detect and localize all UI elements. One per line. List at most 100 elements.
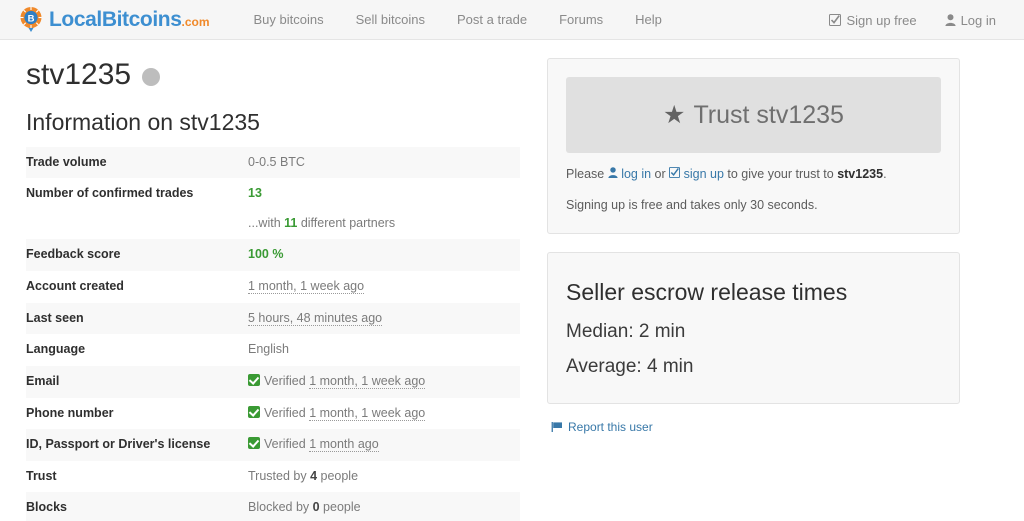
verified-check-icon — [248, 437, 260, 450]
row-label: Email — [26, 365, 248, 398]
blocks-prefix: Blocked by — [248, 500, 313, 515]
nav-buy-bitcoins[interactable]: Buy bitcoins — [238, 12, 340, 27]
login-link[interactable]: log in — [621, 167, 651, 181]
table-row: ID, Passport or Driver's license Verifie… — [26, 429, 520, 461]
nav-sell-bitcoins[interactable]: Sell bitcoins — [340, 12, 441, 27]
table-row: Last seen 5 hours, 48 minutes ago — [26, 302, 520, 335]
row-label: Trade volume — [26, 146, 248, 179]
profile-column: stv1235 Information on stv1235 Trade vol… — [0, 40, 537, 521]
nav-forums[interactable]: Forums — [543, 12, 619, 27]
verified-check-icon — [248, 373, 260, 386]
last-seen-date[interactable]: 5 hours, 48 minutes ago — [248, 310, 383, 326]
nav-help[interactable]: Help — [619, 12, 678, 27]
row-value: Verified 1 month, 1 week ago — [248, 398, 520, 430]
table-row: Feedback score 100 % — [26, 239, 520, 272]
row-label: Feedback score — [26, 239, 248, 272]
row-label: Blocks — [26, 492, 248, 521]
main-navigation: Buy bitcoins Sell bitcoins Post a trade … — [238, 12, 678, 27]
login-link[interactable]: Log in — [931, 13, 1010, 28]
verified-check-icon — [248, 405, 260, 418]
note-prefix: Please — [566, 167, 608, 181]
trust-panel: ★ Trust stv1235 Please log in or sign up … — [547, 58, 960, 234]
escrow-panel-title: Seller escrow release times — [566, 278, 848, 305]
brand-logo-link[interactable]: B LocalBitcoins.com — [18, 6, 210, 34]
escrow-panel: Seller escrow release times Median: 2 mi… — [547, 251, 960, 405]
row-value: 100 % — [248, 239, 520, 272]
account-created-date[interactable]: 1 month, 1 week ago — [248, 279, 365, 295]
note-middle: to give your trust to — [723, 167, 838, 181]
escrow-median: Median: 2 min — [566, 321, 686, 343]
check-square-icon — [829, 14, 842, 26]
section-title: Information on stv1235 — [26, 109, 260, 135]
table-row: Trust Trusted by 4 people — [26, 461, 520, 493]
trust-prefix: Trusted by — [248, 468, 311, 483]
row-value: 0-0.5 BTC — [248, 146, 520, 179]
bitcoin-pin-logo-icon: B — [18, 6, 44, 34]
blocks-count: 0 — [312, 500, 320, 515]
table-row: Blocks Blocked by 0 people — [26, 492, 520, 521]
sidebar-column: ★ Trust stv1235 Please log in or sign up … — [537, 40, 1024, 521]
feedback-score-value: 100 % — [248, 247, 284, 262]
email-verified-date[interactable]: 1 month, 1 week ago — [309, 373, 426, 389]
user-icon — [944, 14, 956, 26]
table-row: Phone number Verified 1 month, 1 week ag… — [26, 398, 520, 430]
brand-name: LocalBitcoins.com — [49, 8, 210, 31]
trust-suffix: people — [317, 468, 359, 483]
confirmed-trades-count: 13 — [248, 186, 262, 201]
phone-verified-date[interactable]: 1 month, 1 week ago — [309, 405, 426, 421]
flag-icon — [551, 421, 563, 433]
profile-info-table: Trade volume 0-0.5 BTC Number of confirm… — [26, 146, 520, 521]
status-indicator-icon — [142, 67, 161, 86]
partners-count: 11 — [284, 215, 298, 230]
table-row: Email Verified 1 month, 1 week ago — [26, 365, 520, 398]
row-label: Last seen — [26, 302, 248, 335]
note-username: stv1235 — [837, 167, 884, 181]
row-value: 5 hours, 48 minutes ago — [248, 302, 520, 335]
row-label: Trust — [26, 468, 57, 483]
trust-count: 4 — [310, 468, 318, 483]
signup-link[interactable]: Sign up free — [815, 13, 930, 28]
report-label: Report this user — [568, 420, 653, 435]
star-icon: ★ — [663, 101, 686, 129]
table-row: Language English — [26, 334, 520, 366]
brand-suffix: .com — [181, 15, 210, 29]
table-row: Trade volume 0-0.5 BTC — [26, 146, 520, 179]
trust-button-label: Trust stv1235 — [693, 101, 844, 129]
partners-prefix: ...with — [248, 215, 285, 230]
check-square-icon — [669, 167, 681, 178]
note-period: . — [883, 167, 887, 181]
table-row: Account created 1 month, 1 week ago — [26, 271, 520, 303]
row-value: Verified 1 month ago — [248, 429, 520, 461]
row-label: Account created — [26, 279, 124, 294]
id-verified-label: Verified — [264, 437, 306, 452]
id-verified-date[interactable]: 1 month ago — [309, 437, 379, 453]
nav-post-a-trade[interactable]: Post a trade — [441, 12, 543, 27]
partners-suffix: different partners — [297, 215, 396, 230]
table-row: Number of confirmed trades 13 ...with 11… — [26, 178, 520, 239]
row-value: 13 ...with 11 different partners — [248, 178, 520, 239]
row-label: Number of confirmed trades — [26, 186, 194, 201]
phone-verified-label: Verified — [264, 405, 306, 420]
escrow-average: Average: 4 min — [566, 355, 694, 377]
trust-panel-note: Please log in or sign up to give your tr… — [566, 165, 941, 184]
row-value: Trusted by 4 people — [248, 461, 520, 493]
row-label: Language — [26, 342, 86, 357]
row-label: ID, Passport or Driver's license — [26, 429, 248, 461]
page-title: stv1235 — [26, 58, 537, 91]
row-value: English — [248, 342, 289, 357]
login-label: Log in — [960, 12, 996, 28]
trust-user-button[interactable]: ★ Trust stv1235 — [566, 77, 941, 153]
signup-link[interactable]: sign up — [684, 167, 724, 181]
blocks-suffix: people — [319, 500, 361, 515]
report-user-link[interactable]: Report this user — [551, 420, 653, 434]
site-header: B LocalBitcoins.com Buy bitcoins Sell bi… — [0, 0, 1024, 40]
signup-label: Sign up free — [846, 12, 917, 28]
email-verified-label: Verified — [264, 373, 306, 388]
account-navigation: Sign up free Log in — [815, 0, 1010, 40]
row-label: Phone number — [26, 405, 114, 420]
signup-info-note: Signing up is free and takes only 30 sec… — [566, 197, 818, 212]
user-icon — [608, 167, 618, 178]
note-or: or — [651, 167, 670, 181]
username-text: stv1235 — [26, 58, 132, 91]
page-body: stv1235 Information on stv1235 Trade vol… — [0, 40, 1024, 521]
